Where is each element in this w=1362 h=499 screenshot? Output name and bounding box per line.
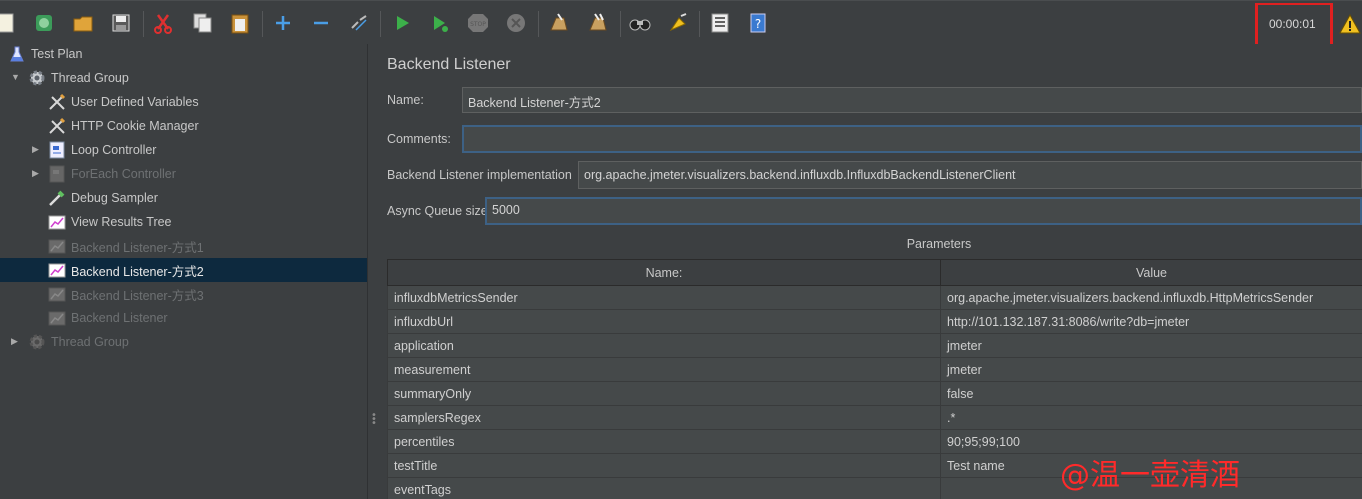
comments-field[interactable] bbox=[462, 125, 1362, 153]
start-icon[interactable] bbox=[390, 11, 414, 35]
tree-item-user-defined-variables[interactable]: User Defined Variables bbox=[0, 90, 367, 114]
cut-icon[interactable] bbox=[151, 11, 175, 35]
backend-listener-panel: Backend Listener Name: Backend Listener-… bbox=[376, 44, 1362, 499]
wrench-icon bbox=[48, 93, 66, 111]
implementation-label: Backend Listener implementation bbox=[387, 168, 572, 182]
param-name-cell[interactable]: samplersRegex bbox=[387, 405, 941, 430]
shutdown-icon[interactable] bbox=[504, 11, 528, 35]
clear-all-icon[interactable] bbox=[586, 11, 610, 35]
listener-icon bbox=[48, 213, 66, 231]
param-name-cell[interactable]: influxdbMetricsSender bbox=[387, 285, 941, 310]
tree-item-view-results-tree[interactable]: View Results Tree bbox=[0, 210, 367, 234]
tree-item-backend-listener-3[interactable]: Backend Listener-方式3 bbox=[0, 282, 367, 306]
toggle-icon[interactable] bbox=[347, 11, 371, 35]
listener-icon bbox=[48, 237, 66, 255]
search-icon[interactable] bbox=[628, 11, 652, 35]
controller-icon bbox=[48, 165, 66, 183]
tree-item-backend-listener[interactable]: Backend Listener bbox=[0, 306, 367, 330]
tree-item-thread-group-2[interactable]: ▶ Thread Group bbox=[0, 330, 367, 354]
start-no-pauses-icon[interactable] bbox=[428, 11, 452, 35]
paste-icon[interactable] bbox=[228, 11, 252, 35]
param-name-cell[interactable]: influxdbUrl bbox=[387, 309, 941, 334]
warning-icon[interactable] bbox=[1339, 13, 1361, 37]
table-row[interactable]: influxdbUrl http://101.132.187.31:8086/wr… bbox=[387, 309, 1362, 334]
chevron-right-icon[interactable]: ▶ bbox=[32, 144, 42, 154]
listener-icon bbox=[48, 309, 66, 327]
flask-icon bbox=[8, 45, 26, 63]
table-row[interactable]: measurement jmeter bbox=[387, 357, 1362, 382]
param-value-cell[interactable]: .* bbox=[940, 405, 1362, 430]
panel-splitter[interactable]: • • • bbox=[367, 44, 377, 499]
clear-icon[interactable] bbox=[547, 11, 571, 35]
table-header-row: Name: Value bbox=[387, 259, 1362, 286]
param-value-cell[interactable]: http://101.132.187.31:8086/write?db=jmet… bbox=[940, 309, 1362, 334]
help-icon[interactable]: ? bbox=[746, 11, 770, 35]
svg-text:?: ? bbox=[755, 17, 761, 31]
svg-text:STOP: STOP bbox=[470, 21, 486, 28]
tree-item-debug-sampler[interactable]: Debug Sampler bbox=[0, 186, 367, 210]
collapse-icon[interactable] bbox=[309, 11, 333, 35]
function-helper-icon[interactable] bbox=[708, 11, 732, 35]
copy-icon[interactable] bbox=[190, 11, 214, 35]
table-row[interactable]: application jmeter bbox=[387, 333, 1362, 358]
table-row[interactable]: influxdbMetricsSender org.apache.jmeter.v… bbox=[387, 285, 1362, 310]
new-icon[interactable] bbox=[0, 11, 18, 35]
name-label: Name: bbox=[387, 93, 424, 107]
tree-item-http-cookie-manager[interactable]: HTTP Cookie Manager bbox=[0, 114, 367, 138]
listener-icon bbox=[48, 285, 66, 303]
param-value-cell[interactable]: jmeter bbox=[940, 333, 1362, 358]
tree-item-thread-group[interactable]: ▼ Thread Group bbox=[0, 66, 367, 90]
templates-icon[interactable] bbox=[32, 11, 56, 35]
tree-item-test-plan[interactable]: Test Plan bbox=[0, 42, 367, 66]
name-field[interactable]: Backend Listener-方式2 bbox=[462, 87, 1362, 113]
tree-item-backend-listener-2[interactable]: Backend Listener-方式2 bbox=[0, 258, 367, 282]
column-header-value[interactable]: Value bbox=[940, 259, 1362, 286]
param-name-cell[interactable]: application bbox=[387, 333, 941, 358]
parameters-title: Parameters bbox=[906, 237, 972, 251]
param-value-cell[interactable]: jmeter bbox=[940, 357, 1362, 382]
expand-icon[interactable] bbox=[271, 11, 295, 35]
controller-icon bbox=[48, 141, 66, 159]
chevron-down-icon[interactable]: ▼ bbox=[11, 72, 21, 82]
param-name-cell[interactable]: summaryOnly bbox=[387, 381, 941, 406]
queue-size-field[interactable]: 5000 bbox=[485, 197, 1362, 225]
tree-item-backend-listener-1[interactable]: Backend Listener-方式1 bbox=[0, 234, 367, 258]
chevron-right-icon[interactable]: ▶ bbox=[32, 168, 42, 178]
chevron-right-icon[interactable]: ▶ bbox=[11, 336, 21, 346]
param-name-cell[interactable]: percentiles bbox=[387, 429, 941, 454]
param-name-cell[interactable]: measurement bbox=[387, 357, 941, 382]
panel-title: Backend Listener bbox=[387, 56, 511, 73]
table-row[interactable]: samplersRegex .* bbox=[387, 405, 1362, 430]
comments-label: Comments: bbox=[387, 132, 451, 146]
param-value-cell[interactable]: false bbox=[940, 381, 1362, 406]
toolbar: STOP ? 00:00:01 bbox=[0, 0, 1362, 49]
stop-icon[interactable]: STOP bbox=[466, 11, 490, 35]
reset-search-icon[interactable] bbox=[666, 11, 690, 35]
pipette-icon bbox=[48, 189, 66, 207]
tree-item-foreach-controller[interactable]: ▶ ForEach Controller bbox=[0, 162, 367, 186]
gear-icon bbox=[28, 69, 46, 87]
param-name-cell[interactable]: eventTags bbox=[387, 477, 941, 499]
wrench-icon bbox=[48, 117, 66, 135]
tree-item-loop-controller[interactable]: ▶ Loop Controller bbox=[0, 138, 367, 162]
test-plan-tree: Test Plan ▼ Thread Group User Defined Va… bbox=[0, 44, 367, 499]
implementation-select[interactable]: org.apache.jmeter.visualizers.backend.in… bbox=[578, 161, 1362, 189]
watermark-text: @温一壶清酒 bbox=[1060, 458, 1240, 493]
queue-size-label: Async Queue size bbox=[387, 204, 488, 218]
param-value-cell[interactable]: org.apache.jmeter.visualizers.backend.in… bbox=[940, 285, 1362, 310]
elapsed-timer: 00:00:01 bbox=[1269, 17, 1316, 31]
column-header-name[interactable]: Name: bbox=[387, 259, 941, 286]
table-row[interactable]: summaryOnly false bbox=[387, 381, 1362, 406]
save-icon[interactable] bbox=[109, 11, 133, 35]
param-name-cell[interactable]: testTitle bbox=[387, 453, 941, 478]
open-icon[interactable] bbox=[71, 11, 95, 35]
listener-icon bbox=[48, 261, 66, 279]
gear-icon bbox=[28, 333, 46, 351]
